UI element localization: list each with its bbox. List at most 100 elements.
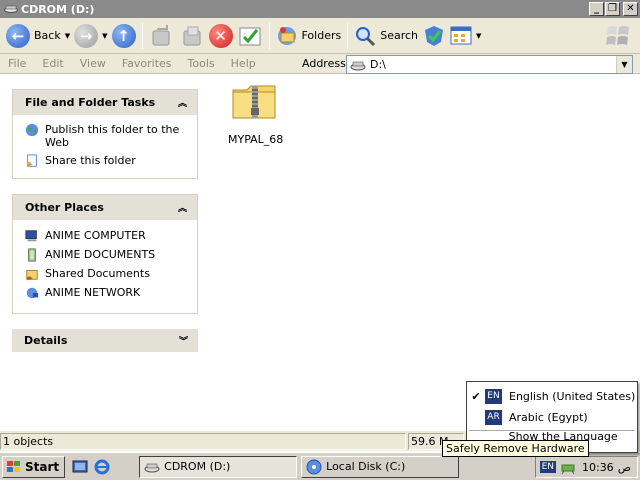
details-panel: Details ︾ — [12, 329, 198, 352]
quicklaunch-desktop-icon[interactable] — [71, 458, 89, 476]
language-indicator[interactable]: EN — [539, 461, 556, 473]
title-bar[interactable]: CDROM (D:) _ ❐ ✕ — [0, 0, 640, 18]
place-computer-label: ANIME COMPUTER — [45, 229, 146, 242]
properties-button[interactable] — [235, 21, 265, 51]
folders-button[interactable]: Folders — [274, 21, 344, 51]
task-publish-web[interactable]: Publish this folder to the Web — [24, 123, 187, 149]
cdrom-icon — [4, 4, 18, 14]
place-documents-label: ANIME DOCUMENTS — [45, 248, 156, 261]
delete-button[interactable]: ✕ — [207, 21, 235, 51]
taskbar-button-cdrom[interactable]: CDROM (D:) — [139, 455, 298, 478]
menu-help[interactable]: Help — [223, 57, 264, 70]
views-button[interactable]: ▼ — [448, 21, 483, 51]
computer-icon — [25, 230, 37, 242]
file-item[interactable]: MYPAL_68 — [228, 82, 284, 146]
back-arrow-icon: ← — [6, 23, 30, 48]
safely-remove-hardware-icon[interactable] — [560, 459, 576, 475]
cdrom-icon — [144, 463, 160, 472]
folders-label: Folders — [301, 29, 342, 42]
up-arrow-icon: ↑ — [111, 23, 136, 48]
folders-icon — [277, 26, 296, 45]
documents-icon — [28, 248, 36, 262]
toolbar-separator — [141, 22, 143, 49]
windows-logo-icon — [604, 21, 632, 52]
copy-to-button[interactable] — [177, 21, 207, 51]
move-to-icon — [152, 24, 169, 45]
details-panel-header[interactable]: Details ︾ — [12, 329, 198, 352]
menu-file[interactable]: File — [0, 57, 34, 70]
taskbar-button-cdrom-label: CDROM (D:) — [164, 460, 231, 473]
language-badge-ar: AR — [485, 409, 502, 425]
windows-flag-icon — [7, 460, 20, 472]
place-shared-documents-label: Shared Documents — [45, 267, 150, 280]
minimize-button[interactable]: _ — [589, 2, 604, 16]
language-item-arabic[interactable]: AR Arabic (Egypt) — [467, 406, 637, 428]
forward-arrow-icon: → — [74, 23, 99, 48]
other-places-title: Other Places — [25, 201, 104, 214]
checkmark-icon — [239, 27, 260, 45]
chevron-down-icon[interactable]: ▼ — [65, 32, 70, 40]
toolbar-separator — [268, 22, 270, 49]
system-tray: EN 10:36 ص — [534, 456, 638, 478]
place-shared-documents[interactable]: Shared Documents — [24, 267, 187, 281]
shield-check-icon — [425, 25, 444, 46]
other-places-panel: Other Places ︽ ANIME COMPUTER ANIME DOCU… — [12, 194, 198, 314]
file-name: MYPAL_68 — [228, 133, 284, 146]
other-places-header[interactable]: Other Places ︽ — [13, 195, 197, 220]
address-dropdown-button[interactable]: ▼ — [616, 56, 632, 73]
back-label: Back — [34, 29, 61, 42]
language-label-english: English (United States) — [509, 389, 636, 403]
share-icon — [26, 154, 37, 168]
status-count: 1 objects — [0, 432, 406, 450]
taskbar-button-localdisk[interactable]: Local Disk (C:) — [301, 455, 460, 478]
back-button[interactable]: ← Back ▼ — [4, 21, 72, 51]
shared-documents-icon — [26, 270, 38, 281]
views-icon — [450, 26, 472, 44]
copy-to-icon — [183, 26, 200, 45]
network-icon — [26, 287, 39, 299]
tasks-panel-header[interactable]: File and Folder Tasks ︽ — [13, 90, 197, 115]
expand-chevron-icon[interactable]: ︾ — [179, 334, 188, 347]
tasks-panel: File and Folder Tasks ︽ Publish this fol… — [12, 89, 198, 179]
collapse-chevron-icon[interactable]: ︽ — [178, 96, 187, 109]
address-field[interactable]: D:\ ▼ — [346, 55, 633, 74]
address-label: Address — [302, 57, 346, 70]
toolbar-separator — [347, 22, 349, 49]
chevron-down-icon[interactable]: ▼ — [476, 32, 481, 40]
menu-favorites[interactable]: Favorites — [114, 57, 180, 70]
quicklaunch-ie-icon[interactable] — [93, 458, 111, 476]
details-panel-title: Details — [24, 334, 68, 347]
search-label: Search — [380, 29, 419, 42]
language-badge-en: EN — [485, 388, 502, 404]
address-value: D:\ — [370, 58, 386, 71]
chevron-down-icon[interactable]: ▼ — [102, 32, 107, 40]
forward-button[interactable]: → ▼ — [72, 21, 109, 51]
clock-ampm: ص — [617, 460, 631, 474]
menu-tools[interactable]: Tools — [180, 57, 223, 70]
close-button[interactable]: ✕ — [623, 2, 638, 16]
clock-time: 10:36 — [581, 460, 614, 474]
checkmark-icon: ✔ — [471, 389, 481, 403]
globe-icon — [25, 123, 39, 137]
place-documents[interactable]: ANIME DOCUMENTS — [24, 248, 187, 262]
delete-x-icon: ✕ — [208, 23, 233, 48]
move-to-button[interactable] — [147, 21, 177, 51]
menu-view[interactable]: View — [72, 57, 114, 70]
task-publish-label: Publish this folder to the Web — [45, 123, 180, 149]
taskbar-button-localdisk-label: Local Disk (C:) — [326, 460, 406, 473]
tasks-panel-title: File and Folder Tasks — [25, 96, 156, 109]
collapse-chevron-icon[interactable]: ︽ — [178, 201, 187, 214]
zip-folder-icon — [231, 82, 277, 122]
up-button[interactable]: ↑ — [110, 21, 138, 51]
start-button[interactable]: Start — [2, 455, 66, 478]
place-network-label: ANIME NETWORK — [45, 286, 141, 299]
place-computer[interactable]: ANIME COMPUTER — [24, 229, 187, 243]
tooltip: Safely Remove Hardware — [442, 440, 589, 457]
shield-button[interactable] — [420, 21, 448, 51]
menu-edit[interactable]: Edit — [34, 57, 71, 70]
task-share-folder[interactable]: Share this folder — [24, 154, 187, 168]
language-item-english[interactable]: ✔ EN English (United States) — [467, 385, 637, 407]
restore-button[interactable]: ❐ — [605, 2, 620, 16]
place-network[interactable]: ANIME NETWORK — [24, 286, 187, 300]
search-button[interactable]: Search — [352, 21, 420, 51]
